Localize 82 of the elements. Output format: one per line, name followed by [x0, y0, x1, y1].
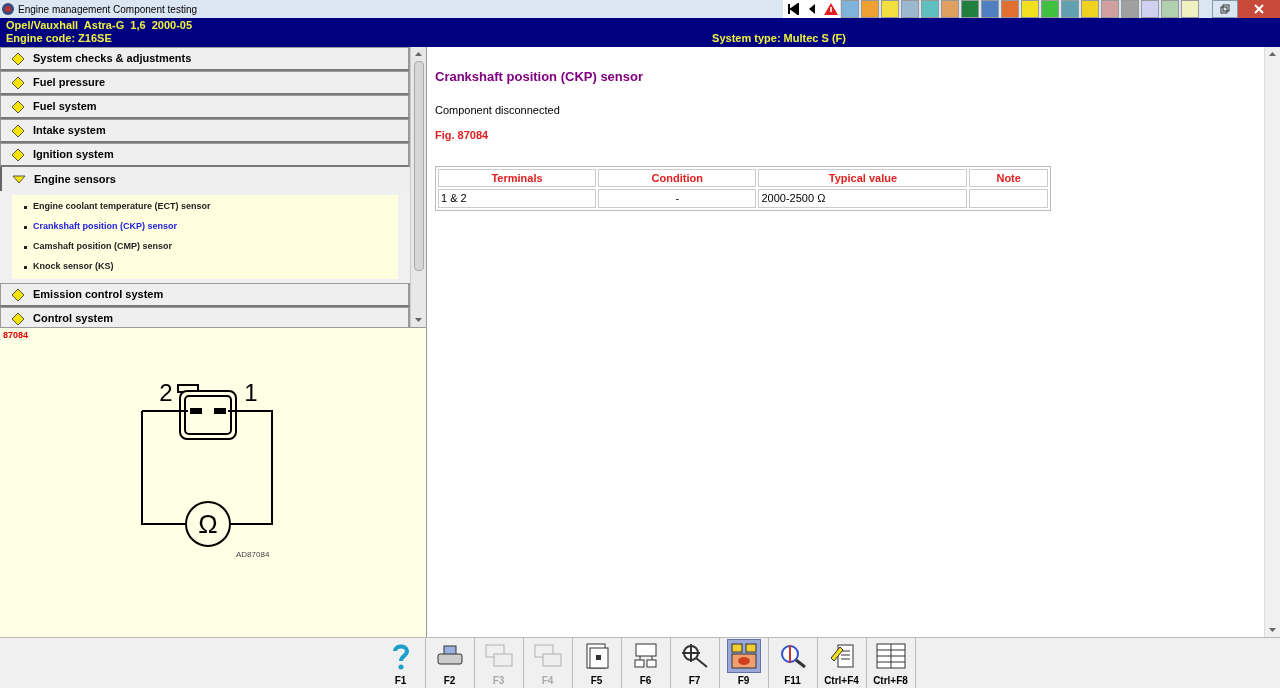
pictures-icon: [483, 643, 514, 669]
skip-first-icon[interactable]: [783, 0, 802, 18]
bullet-icon: [24, 265, 27, 269]
condition-text: Component disconnected: [435, 102, 560, 118]
column-header: Typical value: [758, 168, 968, 187]
toolbar-picture-icon[interactable]: [1001, 0, 1019, 18]
diamond-arrow-icon: [11, 311, 25, 326]
menu-section[interactable]: Control system: [0, 307, 410, 327]
window-title: Engine management Component testing: [18, 2, 197, 17]
toolbar-picture-icon[interactable]: [1021, 0, 1039, 18]
toolbar-picture-icon[interactable]: [1041, 0, 1059, 18]
diagram-icon: [631, 642, 660, 670]
app-icon: [1, 2, 15, 16]
menu-section[interactable]: Fuel system: [0, 95, 410, 119]
function-key-button[interactable]: F1: [376, 638, 426, 688]
figure-number: 87084: [3, 329, 29, 342]
circuit-drawing: Ω 2 1 AD87084: [140, 380, 300, 563]
table-cell: 2000-2500 Ω: [758, 189, 968, 208]
function-key-button[interactable]: F11: [768, 638, 818, 688]
toolbar-picture-icon[interactable]: [1061, 0, 1079, 18]
close-icon: [1254, 4, 1264, 14]
submenu-item[interactable]: Engine coolant temperature (ECT) sensor: [12, 197, 398, 217]
component-picture-icon: [729, 642, 758, 670]
system-type-text: System type: Multec S (F): [712, 32, 846, 45]
toolbar-picture-icon[interactable]: [881, 0, 899, 18]
previous-icon[interactable]: [802, 0, 821, 18]
submenu-item[interactable]: Knock sensor (KS): [12, 257, 398, 277]
close-button[interactable]: [1238, 0, 1280, 18]
function-key-button[interactable]: Ctrl+F4: [817, 638, 867, 688]
diamond-arrow-icon: [11, 99, 25, 114]
menu-section[interactable]: Fuel pressure: [0, 71, 410, 95]
bullet-icon: [24, 245, 27, 249]
diamond-arrow-icon: [11, 51, 25, 66]
vehicle-text: Opel/Vauxhall Astra-G 1,6 2000-05: [6, 19, 193, 32]
diamond-arrow-icon: [11, 75, 25, 90]
toolbar-picture-icon[interactable]: [1121, 0, 1139, 18]
toolbar-picture-icon[interactable]: [961, 0, 979, 18]
figure-reference: Fig. 87084: [435, 128, 489, 143]
submenu-item[interactable]: Crankshaft position (CKP) sensor: [12, 217, 398, 237]
function-key-button[interactable]: F2: [425, 638, 475, 688]
column-header: Terminals: [438, 168, 596, 187]
menu-section[interactable]: Ignition system: [0, 143, 410, 167]
table-cell: 1 & 2: [438, 189, 596, 208]
down-arrow-icon: [12, 172, 26, 186]
engine-code-text: Engine code: Z16SE: [6, 32, 113, 45]
menu-section[interactable]: System checks & adjustments: [0, 47, 410, 71]
bullet-icon: [24, 225, 27, 229]
function-key-button[interactable]: F9: [719, 638, 769, 688]
toolbar-picture-icon[interactable]: [941, 0, 959, 18]
toolbar-picture-icon[interactable]: [1181, 0, 1199, 18]
pictures-icon: [532, 643, 563, 669]
toolbar-picture-icon[interactable]: [901, 0, 919, 18]
toolbar-picture-icon[interactable]: [861, 0, 879, 18]
menu-section[interactable]: Intake system: [0, 119, 410, 143]
function-key-button[interactable]: Ctrl+F8: [866, 638, 916, 688]
scrollbar[interactable]: [1264, 47, 1280, 637]
menu-section[interactable]: Emission control system: [0, 283, 410, 307]
printer-icon: [435, 644, 464, 668]
warning-icon[interactable]: [821, 0, 840, 18]
function-key-button[interactable]: F7: [670, 638, 720, 688]
restore-button[interactable]: [1212, 0, 1238, 18]
function-key-button[interactable]: F5: [572, 638, 622, 688]
toolbar-picture-icon[interactable]: [1161, 0, 1179, 18]
table-icon: [874, 642, 907, 670]
scrollbar[interactable]: [410, 47, 426, 327]
toolbar-picture-icon[interactable]: [1141, 0, 1159, 18]
table-cell: -: [598, 189, 757, 208]
magnifier-icon: [679, 642, 710, 670]
diamond-arrow-icon: [11, 287, 25, 302]
bullet-icon: [24, 205, 27, 209]
submenu-item[interactable]: Camshaft position (CMP) sensor: [12, 237, 398, 257]
toolbar-picture-icon[interactable]: [921, 0, 939, 18]
toolbar-picture-icon[interactable]: [981, 0, 999, 18]
diamond-arrow-icon: [11, 147, 25, 162]
content-title: Crankshaft position (CKP) sensor: [435, 68, 644, 86]
restore-icon: [1220, 4, 1230, 14]
function-key-button[interactable]: F6: [621, 638, 671, 688]
column-header: Note: [969, 168, 1048, 187]
toolbar-picture-icon[interactable]: [1081, 0, 1099, 18]
toolbar-picture-icon[interactable]: [1101, 0, 1119, 18]
diamond-arrow-icon: [11, 123, 25, 138]
column-header: Condition: [598, 168, 757, 187]
